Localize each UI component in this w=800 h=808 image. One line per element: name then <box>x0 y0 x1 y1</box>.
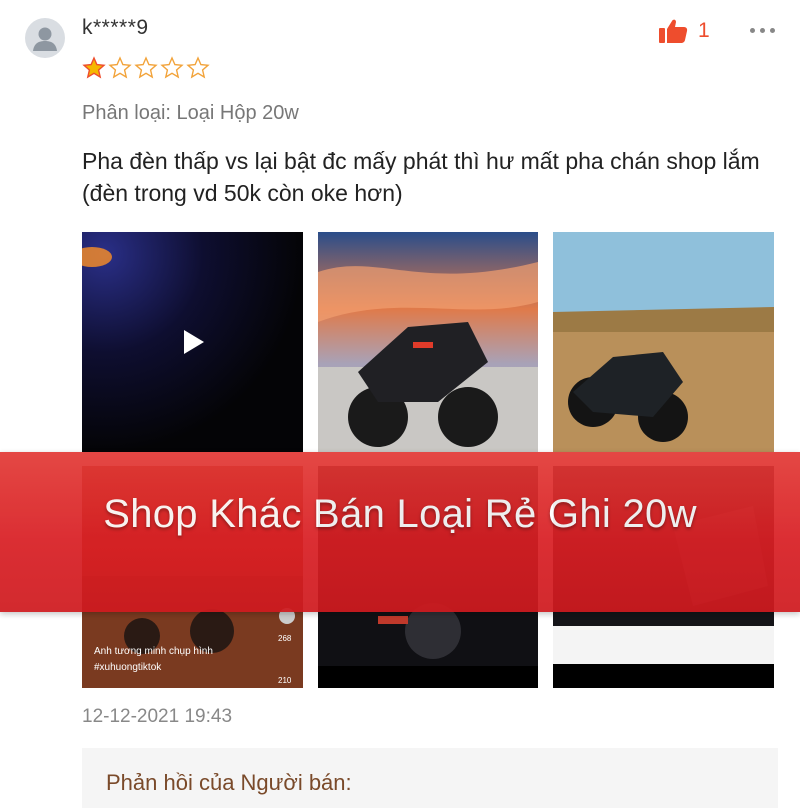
overlay-count-a: 268 <box>278 634 292 643</box>
star-filled-icon <box>82 56 106 79</box>
star-rating <box>82 56 210 80</box>
review-photo-field-motorbike[interactable] <box>553 232 774 452</box>
thumbs-up-icon <box>659 19 688 43</box>
seller-reply-title: Phản hồi của Người bán: <box>106 770 352 795</box>
reviewer-username: k*****9 <box>82 16 149 39</box>
play-icon <box>184 330 204 354</box>
star-empty-icon <box>160 56 184 79</box>
star-empty-icon <box>108 56 132 79</box>
seller-reply-box: Phản hồi của Người bán: <box>82 748 778 808</box>
star-empty-icon <box>186 56 210 79</box>
like-count: 1 <box>698 19 710 42</box>
star-empty-icon <box>134 56 158 79</box>
like-button[interactable]: 1 <box>658 18 710 44</box>
banner-text: Shop Khác Bán Loại Rẻ Ghi 20w <box>103 492 697 536</box>
review-timestamp: 12-12-2021 19:43 <box>82 706 233 727</box>
overlay-caption: Anh tương minh chụp hình <box>94 646 213 657</box>
user-avatar-icon <box>25 18 65 58</box>
overlay-count-b: 210 <box>278 676 292 685</box>
review-photo-sunset-motorbike[interactable] <box>318 232 538 452</box>
promo-banner: Shop Khác Bán Loại Rẻ Ghi 20w <box>0 452 800 612</box>
overlay-hashtag: #xuhuongtiktok <box>94 662 162 673</box>
review-comment: Pha đèn thấp vs lại bật đc mấy phát thì … <box>82 148 760 206</box>
more-dots-icon[interactable] <box>750 28 775 33</box>
review-video-thumbnail[interactable] <box>82 232 303 452</box>
product-variant: Phân loại: Loại Hộp 20w <box>82 102 299 124</box>
